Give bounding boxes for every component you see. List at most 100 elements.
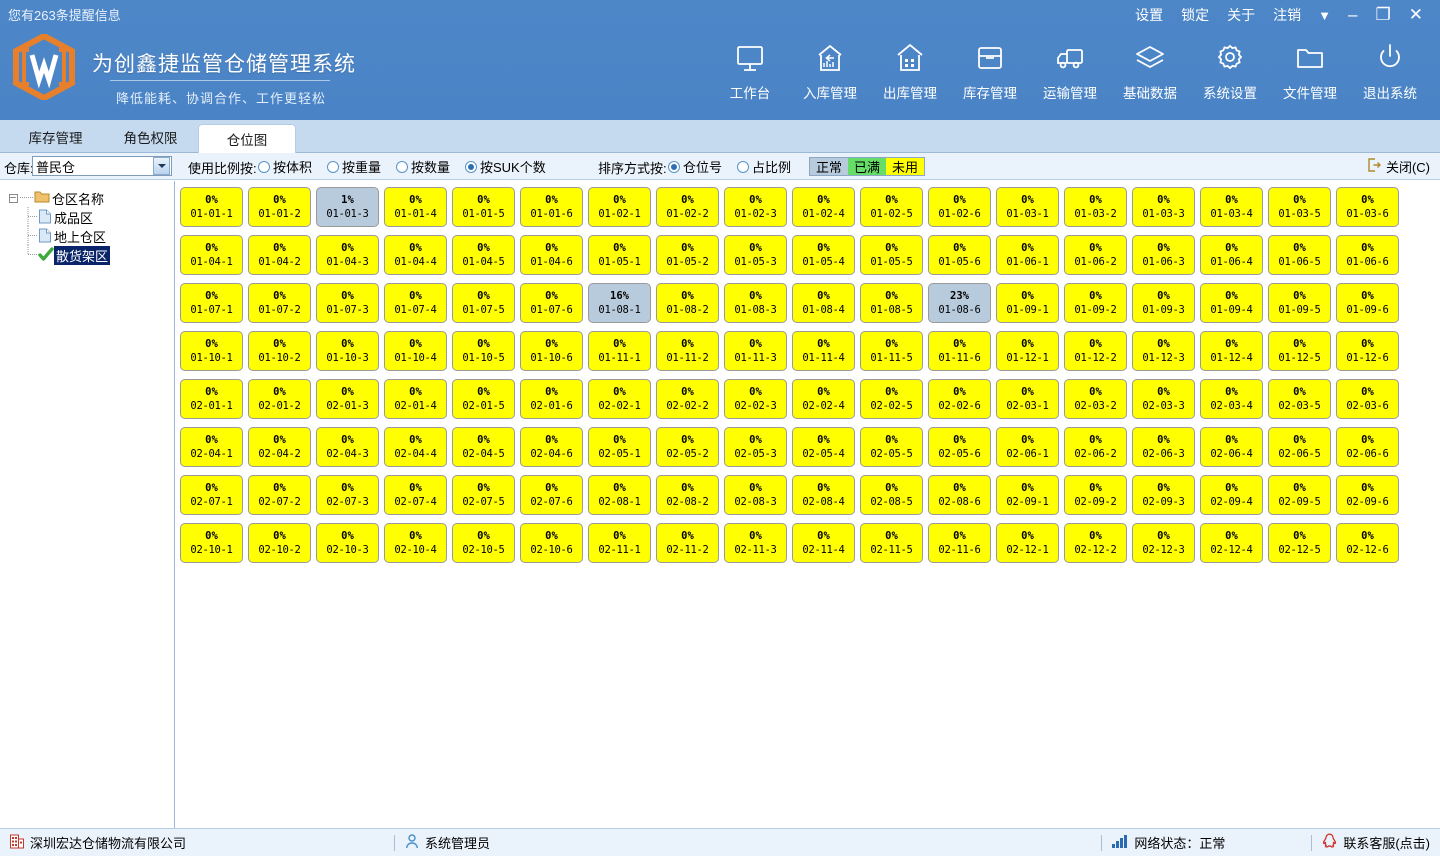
slot-cell[interactable]: 0% 02-05-5 (860, 427, 923, 467)
slot-cell[interactable]: 0% 02-08-3 (724, 475, 787, 515)
slot-cell[interactable]: 0% 02-06-5 (1268, 427, 1331, 467)
slot-cell[interactable]: 0% 01-01-2 (248, 187, 311, 227)
slot-cell[interactable]: 0% 02-07-6 (520, 475, 583, 515)
slot-cell[interactable]: 0% 02-11-2 (656, 523, 719, 563)
slot-cell[interactable]: 0% 02-07-3 (316, 475, 379, 515)
slot-cell[interactable]: 0% 01-08-5 (860, 283, 923, 323)
radio-sort-by-ratio[interactable]: 占比例 (737, 157, 791, 176)
radio-by-quantity[interactable]: 按数量 (396, 157, 450, 176)
slot-cell[interactable]: 0% 01-06-2 (1064, 235, 1127, 275)
slot-cell[interactable]: 0% 01-10-1 (180, 331, 243, 371)
slot-cell[interactable]: 0% 02-06-3 (1132, 427, 1195, 467)
slot-cell[interactable]: 0% 02-04-5 (452, 427, 515, 467)
slot-cell[interactable]: 23% 01-08-6 (928, 283, 991, 323)
nav-item-inventory[interactable]: 库存管理 (950, 36, 1030, 102)
slot-cell[interactable]: 0% 01-10-3 (316, 331, 379, 371)
slot-cell[interactable]: 0% 01-06-3 (1132, 235, 1195, 275)
slot-cell[interactable]: 0% 02-11-5 (860, 523, 923, 563)
slot-cell[interactable]: 0% 01-06-4 (1200, 235, 1263, 275)
slot-cell[interactable]: 0% 02-01-2 (248, 379, 311, 419)
slot-cell[interactable]: 0% 01-09-5 (1268, 283, 1331, 323)
slot-cell[interactable]: 0% 02-07-2 (248, 475, 311, 515)
slot-cell[interactable]: 0% 01-09-3 (1132, 283, 1195, 323)
slot-cell[interactable]: 0% 01-11-1 (588, 331, 651, 371)
minimize-button[interactable]: – (1339, 5, 1366, 25)
slot-cell[interactable]: 0% 02-02-2 (656, 379, 719, 419)
slot-cell[interactable]: 0% 01-05-5 (860, 235, 923, 275)
slot-cell[interactable]: 0% 02-12-5 (1268, 523, 1331, 563)
slot-cell[interactable]: 0% 01-02-2 (656, 187, 719, 227)
slot-cell[interactable]: 0% 01-11-4 (792, 331, 855, 371)
slot-cell[interactable]: 0% 01-09-2 (1064, 283, 1127, 323)
slot-cell[interactable]: 0% 01-01-1 (180, 187, 243, 227)
close-button[interactable]: ✕ (1400, 5, 1432, 25)
slot-cell[interactable]: 0% 02-03-1 (996, 379, 1059, 419)
notification-banner[interactable]: 您有263条提醒信息 (8, 5, 121, 24)
slot-cell[interactable]: 0% 02-08-5 (860, 475, 923, 515)
slot-cell[interactable]: 0% 02-05-2 (656, 427, 719, 467)
slot-cell[interactable]: 0% 02-12-1 (996, 523, 1059, 563)
chevron-down-icon[interactable] (153, 157, 170, 175)
slot-cell[interactable]: 0% 01-01-5 (452, 187, 515, 227)
slot-cell[interactable]: 0% 01-09-1 (996, 283, 1059, 323)
slot-cell[interactable]: 0% 02-01-3 (316, 379, 379, 419)
slot-cell[interactable]: 0% 01-03-3 (1132, 187, 1195, 227)
slot-cell[interactable]: 0% 02-08-4 (792, 475, 855, 515)
slot-cell[interactable]: 0% 01-07-2 (248, 283, 311, 323)
tab-slot-map[interactable]: 仓位图 (198, 124, 296, 153)
nav-item-transport[interactable]: 运输管理 (1030, 36, 1110, 102)
slot-cell[interactable]: 0% 01-10-5 (452, 331, 515, 371)
slot-cell[interactable]: 0% 02-11-6 (928, 523, 991, 563)
slot-cell[interactable]: 0% 01-07-3 (316, 283, 379, 323)
slot-cell[interactable]: 0% 02-09-3 (1132, 475, 1195, 515)
slot-cell[interactable]: 0% 01-06-1 (996, 235, 1059, 275)
restore-button[interactable]: ❐ (1367, 5, 1400, 25)
slot-cell[interactable]: 0% 01-02-1 (588, 187, 651, 227)
warehouse-select[interactable]: 普民仓 (32, 156, 172, 176)
slot-cell[interactable]: 0% 02-06-1 (996, 427, 1059, 467)
slot-cell[interactable]: 0% 01-07-5 (452, 283, 515, 323)
slot-cell[interactable]: 0% 02-09-2 (1064, 475, 1127, 515)
nav-item-workbench[interactable]: 工作台 (710, 36, 790, 102)
nav-item-basedata[interactable]: 基础数据 (1110, 36, 1190, 102)
slot-cell[interactable]: 0% 02-09-4 (1200, 475, 1263, 515)
menu-logout[interactable]: 注销 (1264, 3, 1310, 27)
slot-cell[interactable]: 0% 01-08-2 (656, 283, 719, 323)
slot-cell[interactable]: 0% 02-06-4 (1200, 427, 1263, 467)
slot-cell[interactable]: 0% 02-10-3 (316, 523, 379, 563)
slot-cell[interactable]: 0% 01-04-6 (520, 235, 583, 275)
slot-cell[interactable]: 0% 02-10-5 (452, 523, 515, 563)
radio-by-weight[interactable]: 按重量 (327, 157, 381, 176)
slot-cell[interactable]: 0% 01-03-6 (1336, 187, 1399, 227)
slot-cell[interactable]: 0% 02-04-6 (520, 427, 583, 467)
slot-cell[interactable]: 0% 01-01-4 (384, 187, 447, 227)
slot-cell[interactable]: 0% 02-04-1 (180, 427, 243, 467)
slot-cell[interactable]: 0% 02-06-2 (1064, 427, 1127, 467)
slot-cell[interactable]: 0% 02-09-6 (1336, 475, 1399, 515)
slot-cell[interactable]: 0% 02-03-4 (1200, 379, 1263, 419)
tree-item-ground-warehouse[interactable]: 地上仓区 (6, 225, 170, 246)
slot-cell[interactable]: 0% 02-02-1 (588, 379, 651, 419)
slot-cell[interactable]: 0% 01-10-6 (520, 331, 583, 371)
slot-cell[interactable]: 0% 01-12-4 (1200, 331, 1263, 371)
slot-cell[interactable]: 0% 02-02-6 (928, 379, 991, 419)
slot-cell[interactable]: 0% 01-12-6 (1336, 331, 1399, 371)
slot-cell[interactable]: 0% 01-07-6 (520, 283, 583, 323)
slot-cell[interactable]: 0% 02-06-6 (1336, 427, 1399, 467)
menu-settings[interactable]: 设置 (1126, 3, 1172, 27)
slot-cell[interactable]: 0% 02-10-4 (384, 523, 447, 563)
slot-cell[interactable]: 0% 02-08-2 (656, 475, 719, 515)
slot-cell[interactable]: 0% 01-09-4 (1200, 283, 1263, 323)
slot-cell[interactable]: 0% 02-01-6 (520, 379, 583, 419)
slot-cell[interactable]: 0% 02-07-5 (452, 475, 515, 515)
slot-cell[interactable]: 0% 02-04-3 (316, 427, 379, 467)
slot-cell[interactable]: 0% 01-11-5 (860, 331, 923, 371)
slot-cell[interactable]: 0% 01-08-4 (792, 283, 855, 323)
slot-cell[interactable]: 0% 01-10-2 (248, 331, 311, 371)
slot-cell[interactable]: 0% 01-12-1 (996, 331, 1059, 371)
slot-cell[interactable]: 0% 02-05-6 (928, 427, 991, 467)
slot-cell[interactable]: 0% 02-08-6 (928, 475, 991, 515)
slot-cell[interactable]: 0% 01-08-3 (724, 283, 787, 323)
slot-cell[interactable]: 0% 01-06-5 (1268, 235, 1331, 275)
slot-cell[interactable]: 0% 01-12-2 (1064, 331, 1127, 371)
